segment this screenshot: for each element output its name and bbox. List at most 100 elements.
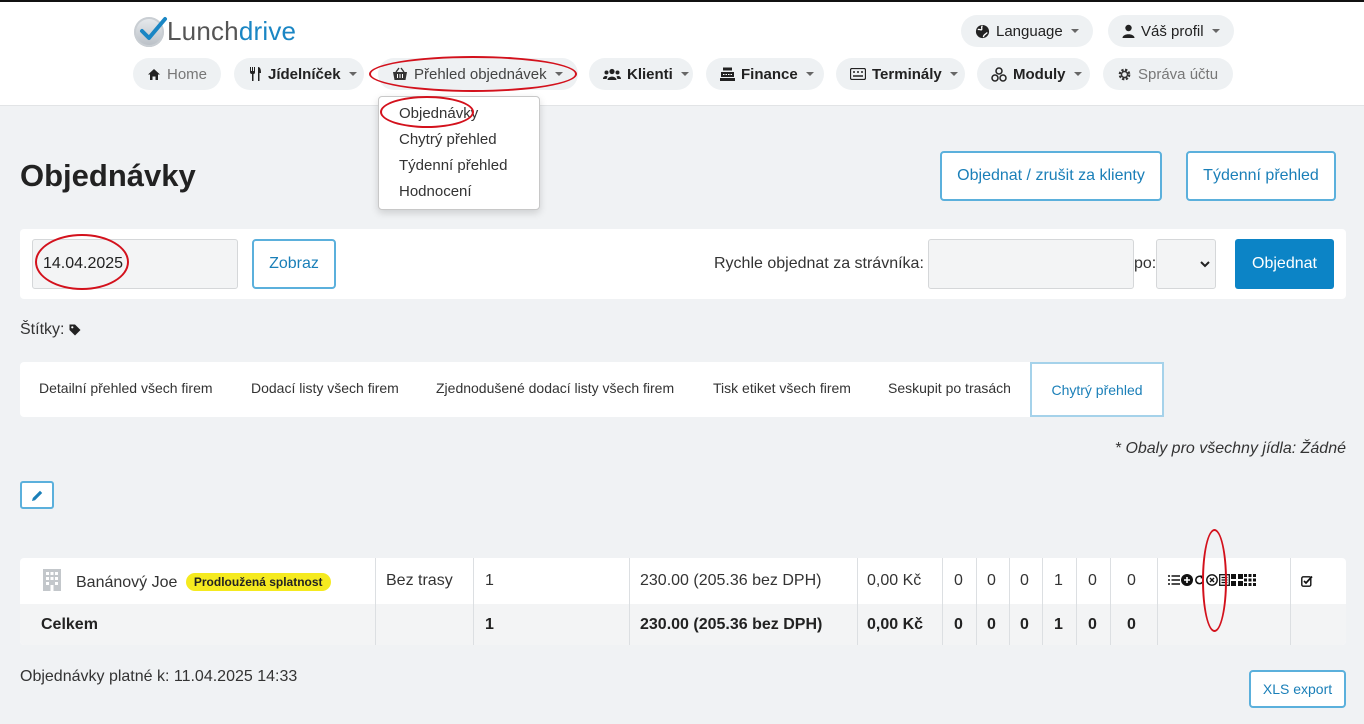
- users-icon: [603, 68, 621, 81]
- tab-detailed-overview[interactable]: Detailní přehled všech firem: [39, 380, 213, 396]
- plus-circle-icon[interactable]: [1181, 574, 1193, 586]
- profile-dropdown[interactable]: Váš profil: [1108, 15, 1234, 47]
- top-header: Lunchdrive Language Váš profil Home Jíde…: [0, 0, 1364, 106]
- cancel-circle-icon[interactable]: [1206, 574, 1218, 586]
- meal-count-1: 0: [954, 572, 963, 589]
- date-input-value: 14.04.2025: [43, 255, 124, 272]
- column-divider: [1076, 558, 1077, 645]
- nav-home-label: Home: [167, 65, 208, 83]
- nav-moduly-label: Moduly: [1013, 65, 1066, 83]
- tag-icon[interactable]: [69, 324, 81, 336]
- total-amount-cell: 0,00 Kč: [867, 616, 924, 633]
- meal-count-4: 1: [1054, 572, 1063, 589]
- logo-check-icon: [134, 16, 167, 47]
- column-divider: [1110, 558, 1111, 645]
- edit-button[interactable]: [20, 481, 54, 509]
- orders-dropdown-menu: Objednávky Chytrý přehled Týdenní přehle…: [378, 96, 540, 210]
- meal-count-3: 0: [1020, 572, 1029, 589]
- document-list-icon[interactable]: [1219, 574, 1230, 586]
- chevron-down-icon: [949, 72, 958, 76]
- column-divider: [942, 558, 943, 645]
- total-meal-count-1: 0: [954, 616, 963, 633]
- chevron-down-icon: [1073, 72, 1082, 76]
- nav-jidelnicek[interactable]: Jídelníček: [234, 58, 364, 90]
- globe-icon: [975, 24, 990, 39]
- chevron-down-icon: [1070, 29, 1079, 33]
- po-select[interactable]: [1156, 239, 1216, 289]
- meal-count-2: 0: [987, 572, 996, 589]
- nav-klienti[interactable]: Klienti: [589, 58, 693, 90]
- orders-valid-text: Objednávky platné k: 11.04.2025 14:33: [20, 668, 298, 685]
- quick-order-diner-input[interactable]: [928, 239, 1134, 289]
- building-icon: [43, 569, 61, 591]
- tags-label: Štítky:: [20, 321, 65, 338]
- total-meal-count-2: 0: [987, 616, 996, 633]
- order-button[interactable]: Objednat: [1235, 239, 1334, 289]
- show-button[interactable]: Zobraz: [252, 239, 336, 289]
- pencil-icon: [31, 490, 42, 501]
- tab-group-by-routes[interactable]: Seskupit po trasách: [888, 380, 1011, 396]
- language-dropdown[interactable]: Language: [961, 15, 1093, 47]
- date-input[interactable]: 14.04.2025: [32, 239, 238, 289]
- nav-finance[interactable]: Finance: [706, 58, 824, 90]
- tab-print-labels[interactable]: Tisk etiket všech firem: [713, 380, 851, 396]
- tags-row: Štítky:: [20, 321, 81, 339]
- xls-export-button[interactable]: XLS export: [1249, 670, 1346, 708]
- nav-home[interactable]: Home: [133, 58, 221, 90]
- dropdown-item-tydenni-prehled[interactable]: Týdenní přehled: [399, 157, 507, 174]
- chevron-down-icon: [680, 72, 689, 76]
- cubes-icon: [991, 66, 1007, 82]
- dropdown-item-hodnoceni[interactable]: Hodnocení: [399, 183, 472, 200]
- column-divider: [857, 558, 858, 645]
- list-icon[interactable]: [1168, 575, 1180, 585]
- price-cell: 230.00 (205.36 bez DPH): [640, 572, 822, 589]
- tab-smart-overview[interactable]: Chytrý přehled: [1030, 362, 1164, 417]
- nav-terminaly[interactable]: Terminály: [836, 58, 965, 90]
- total-price-cell: 230.00 (205.36 bez DPH): [640, 616, 823, 633]
- nav-klienti-label: Klienti: [627, 65, 673, 83]
- weekly-overview-button[interactable]: Týdenní přehled: [1186, 151, 1336, 201]
- home-icon: [147, 68, 161, 81]
- column-divider: [1042, 558, 1043, 645]
- meal-count-5: 0: [1088, 572, 1097, 589]
- total-count-cell: 1: [485, 616, 494, 633]
- amount-cell: 0,00 Kč: [867, 572, 922, 589]
- total-meal-count-6: 0: [1127, 616, 1136, 633]
- row-actions: [1168, 574, 1256, 586]
- refresh-icon[interactable]: [1194, 574, 1205, 586]
- utensils-icon: [248, 66, 262, 82]
- language-label: Language: [996, 22, 1063, 40]
- chevron-down-icon: [1211, 29, 1220, 33]
- nav-terminaly-label: Terminály: [872, 65, 942, 83]
- logo-text: Lunchdrive: [167, 16, 296, 47]
- grid-large-icon[interactable]: [1231, 574, 1243, 586]
- report-tabs: Detailní přehled všech firem Dodací list…: [20, 362, 1164, 417]
- client-name-cell: Banánový Joe Prodloužená splatnost: [76, 573, 331, 592]
- dropdown-item-chytry-prehled[interactable]: Chytrý přehled: [399, 131, 497, 148]
- total-meal-count-5: 0: [1088, 616, 1097, 633]
- nav-prehled-objednavek-label: Přehled objednávek: [414, 65, 547, 83]
- edit-check-icon[interactable]: [1301, 575, 1313, 587]
- grid-small-icon[interactable]: [1244, 574, 1256, 586]
- nav-prehled-objednavek[interactable]: Přehled objednávek: [378, 58, 578, 90]
- route-cell: Bez trasy: [386, 572, 453, 589]
- lunchdrive-logo[interactable]: Lunchdrive: [134, 16, 296, 47]
- chevron-down-icon: [1200, 261, 1210, 268]
- client-name[interactable]: Banánový Joe: [76, 574, 177, 591]
- nav-finance-label: Finance: [741, 65, 798, 83]
- dropdown-item-objednavky[interactable]: Objednávky: [399, 105, 478, 122]
- status-badge: Prodloužená splatnost: [185, 573, 331, 591]
- column-divider: [1290, 558, 1291, 645]
- nav-sprava-uctu[interactable]: Správa účtu: [1103, 58, 1233, 90]
- nav-moduly[interactable]: Moduly: [977, 58, 1090, 90]
- profile-label: Váš profil: [1141, 22, 1204, 40]
- column-divider: [976, 558, 977, 645]
- column-divider: [375, 558, 376, 645]
- tab-simplified-delivery-notes[interactable]: Zjednodušené dodací listy všech firem: [436, 380, 674, 396]
- order-cancel-for-clients-button[interactable]: Objednat / zrušit za klienty: [940, 151, 1162, 201]
- quick-order-label: Rychle objednat za strávníka:: [714, 255, 924, 272]
- count-cell: 1: [485, 572, 494, 589]
- tab-delivery-notes[interactable]: Dodací listy všech firem: [251, 380, 399, 396]
- table-row[interactable]: Banánový Joe Prodloužená splatnost Bez t…: [20, 558, 1346, 602]
- logo-text-lunch: Lunch: [167, 16, 239, 46]
